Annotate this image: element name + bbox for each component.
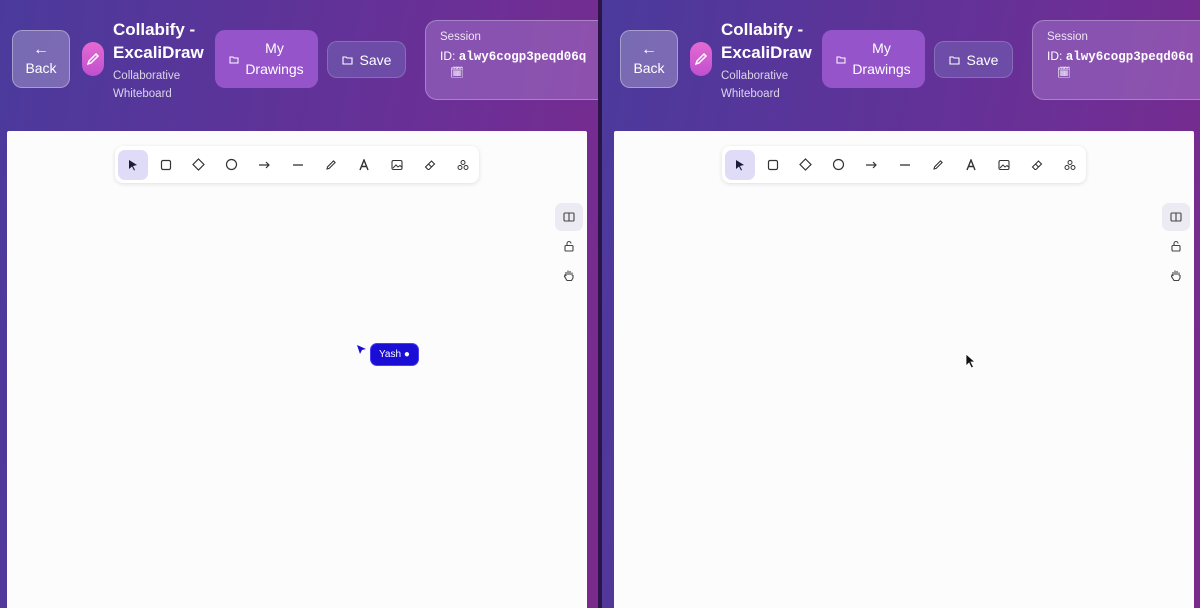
- back-button[interactable]: ← Back: [620, 30, 678, 88]
- more-tools-icon[interactable]: [1055, 150, 1085, 180]
- collaborator-name: Yash: [379, 349, 402, 360]
- library-icon[interactable]: [555, 203, 583, 231]
- text-tool-icon[interactable]: [956, 150, 986, 180]
- folder-icon: [229, 51, 239, 67]
- folder-icon: [341, 52, 353, 68]
- line-tool-icon[interactable]: [283, 150, 313, 180]
- diamond-tool-icon[interactable]: [184, 150, 214, 180]
- app-title: Collabify - ExcaliDraw: [113, 20, 204, 62]
- ellipse-tool-icon[interactable]: [217, 150, 247, 180]
- my-drawings-label: My Drawings: [852, 40, 911, 77]
- my-drawings-button[interactable]: My Drawings: [215, 30, 318, 88]
- session-id[interactable]: alwy6cogp3peqd06q: [459, 50, 587, 64]
- side-tools: [1162, 203, 1192, 290]
- more-tools-icon[interactable]: [448, 150, 478, 180]
- calendar-icon[interactable]: 🗓: [450, 66, 600, 79]
- ellipse-tool-icon[interactable]: [824, 150, 854, 180]
- mouse-cursor-icon: [965, 353, 977, 374]
- save-label: Save: [359, 51, 392, 68]
- text-tool-icon[interactable]: [349, 150, 379, 180]
- eraser-tool-icon[interactable]: [415, 150, 445, 180]
- eraser-tool-icon[interactable]: [1022, 150, 1052, 180]
- pencil-tool-icon[interactable]: [923, 150, 953, 180]
- save-button[interactable]: Save: [934, 41, 1013, 78]
- whiteboard-canvas[interactable]: Yash ●: [7, 131, 587, 608]
- pencil-logo-icon: [690, 42, 712, 76]
- session-id-row: ID: alwy6cogp3peqd06q 🗓: [440, 49, 600, 79]
- image-tool-icon[interactable]: [989, 150, 1019, 180]
- remote-cursor-icon: [356, 344, 370, 363]
- app-subtitle: Collaborative Whiteboard: [113, 70, 181, 100]
- selection-tool-icon[interactable]: [724, 149, 755, 180]
- diamond-tool-icon[interactable]: [791, 150, 821, 180]
- back-label: Back: [633, 60, 665, 76]
- window-divider: [598, 0, 602, 608]
- session-label: Session: [440, 31, 481, 43]
- calendar-icon[interactable]: 🗓: [1057, 66, 1200, 79]
- session-label: Session: [1047, 31, 1088, 43]
- my-drawings-button[interactable]: My Drawings: [822, 30, 925, 88]
- pencil-logo-icon: [82, 42, 104, 76]
- save-label: Save: [966, 51, 999, 68]
- id-label: ID:: [440, 49, 456, 63]
- collaborator-name-tag: Yash ●: [371, 344, 418, 365]
- side-tools: [555, 203, 585, 290]
- rectangle-tool-icon[interactable]: [758, 150, 788, 180]
- lock-icon[interactable]: [555, 232, 583, 260]
- my-drawings-label: My Drawings: [245, 40, 304, 77]
- app-title: Collabify - ExcaliDraw: [721, 20, 812, 62]
- folder-icon: [948, 52, 960, 68]
- rectangle-tool-icon[interactable]: [151, 150, 181, 180]
- drawing-toolbar: [722, 146, 1086, 183]
- app-header: ← Back Collabify - ExcaliDraw Collaborat…: [0, 0, 600, 118]
- hand-icon[interactable]: [1162, 261, 1190, 289]
- session-card: Session ID: alwy6cogp3peqd06q 🗓: [425, 20, 600, 100]
- session-card: Session ID: alwy6cogp3peqd06q 🗓: [1032, 20, 1200, 100]
- folder-icon: [836, 51, 846, 67]
- line-tool-icon[interactable]: [890, 150, 920, 180]
- app-header: ← Back Collabify - ExcaliDraw Collaborat…: [600, 0, 1200, 118]
- selection-tool-icon[interactable]: [117, 149, 148, 180]
- arrow-tool-icon[interactable]: [250, 150, 280, 180]
- image-tool-icon[interactable]: [382, 150, 412, 180]
- whiteboard-canvas[interactable]: [614, 131, 1194, 608]
- lock-icon[interactable]: [1162, 232, 1190, 260]
- save-button[interactable]: Save: [327, 41, 406, 78]
- right-window: ← Back Collabify - ExcaliDraw Collaborat…: [600, 0, 1200, 608]
- hand-icon[interactable]: [555, 261, 583, 289]
- status-dot-icon: ●: [403, 349, 410, 360]
- back-arrow-icon: ←: [641, 41, 657, 58]
- left-window: ← Back Collabify - ExcaliDraw Collaborat…: [0, 0, 600, 608]
- drawing-toolbar: [115, 146, 479, 183]
- back-label: Back: [25, 60, 57, 76]
- app-subtitle: Collaborative Whiteboard: [721, 70, 789, 100]
- session-id-row: ID: alwy6cogp3peqd06q 🗓: [1047, 49, 1200, 79]
- id-label: ID:: [1047, 49, 1063, 63]
- back-arrow-icon: ←: [33, 41, 49, 58]
- library-icon[interactable]: [1162, 203, 1190, 231]
- session-id[interactable]: alwy6cogp3peqd06q: [1066, 50, 1194, 64]
- arrow-tool-icon[interactable]: [857, 150, 887, 180]
- pencil-tool-icon[interactable]: [316, 150, 346, 180]
- back-button[interactable]: ← Back: [12, 30, 70, 88]
